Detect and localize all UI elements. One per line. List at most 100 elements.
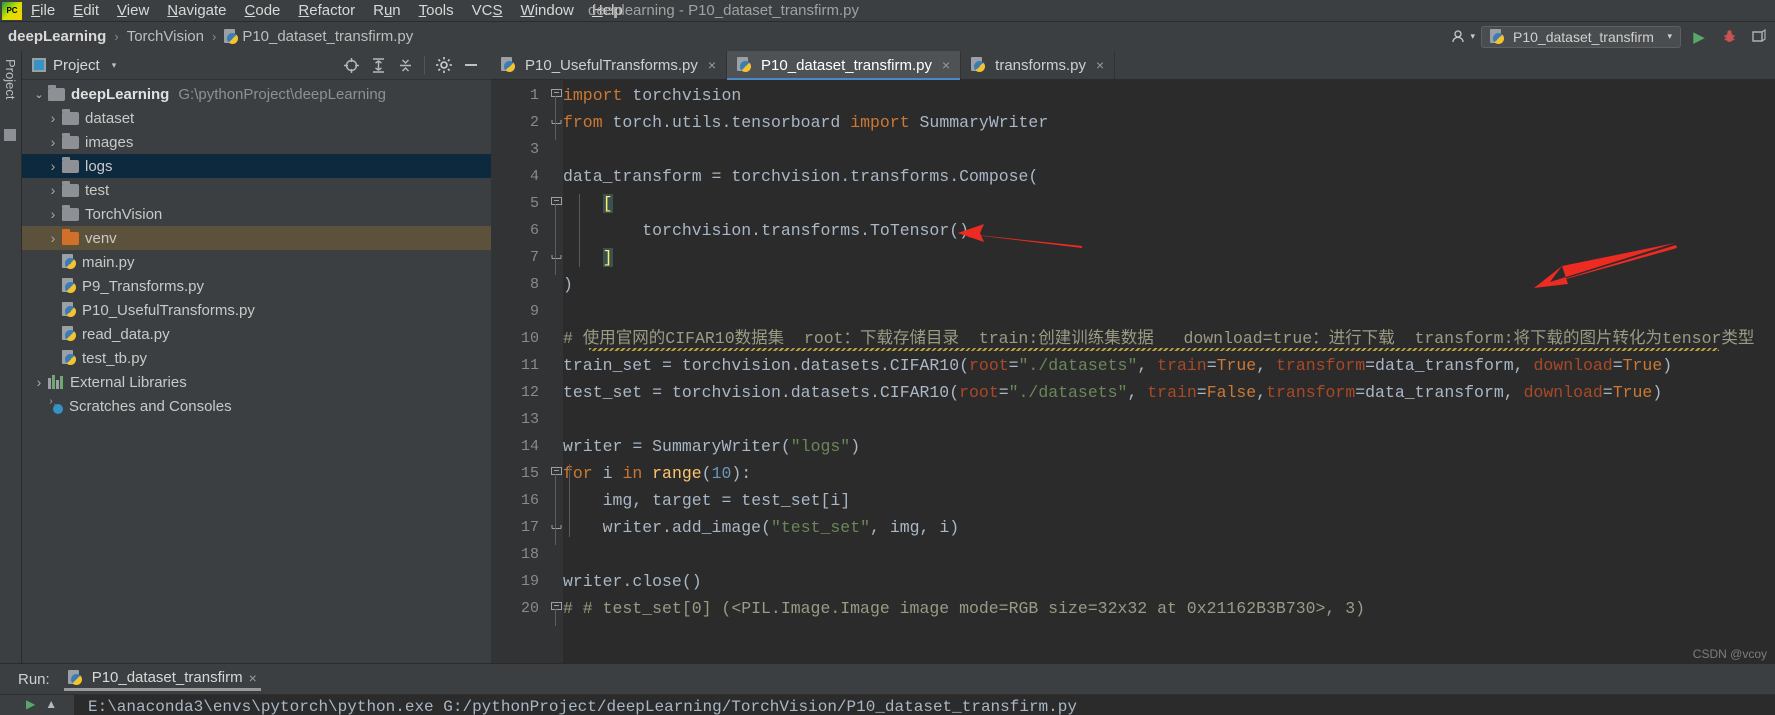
code-line[interactable]: # # test_set[0] (<PIL.Image.Image image …	[563, 595, 1365, 622]
rerun-icon[interactable]: ▶	[26, 697, 35, 711]
chevron-right-icon[interactable]: ›	[44, 110, 62, 126]
menu-item-view[interactable]: View	[108, 0, 158, 22]
run-button[interactable]: ▶	[1687, 25, 1711, 49]
menu-item-file[interactable]: File	[22, 0, 64, 22]
editor-tab[interactable]: P10_UsefulTransforms.py ×	[491, 51, 728, 79]
menu-item-tools[interactable]: Tools	[410, 0, 463, 22]
scroll-up-icon[interactable]: ▲	[45, 697, 57, 711]
tree-item[interactable]: main.py	[22, 250, 491, 274]
line-number: 2	[529, 114, 539, 131]
code-fold-icon[interactable]	[549, 109, 563, 136]
menu-item-edit[interactable]: Edit	[64, 0, 108, 22]
code-line[interactable]: img, target = test_set[i]	[563, 487, 851, 514]
project-panel-title: Project	[53, 56, 100, 74]
tree-item[interactable]: › venv	[22, 226, 491, 250]
tree-item[interactable]: › images	[22, 130, 491, 154]
tree-item[interactable]: test_tb.py	[22, 346, 491, 370]
code-line[interactable]: writer.add_image("test_set", img, i)	[563, 514, 960, 541]
chevron-right-icon[interactable]: ›	[44, 134, 62, 150]
chevron-right-icon[interactable]: ›	[44, 158, 62, 174]
collapse-all-icon[interactable]	[393, 53, 417, 77]
chevron-right-icon[interactable]: ›	[30, 374, 48, 390]
close-icon[interactable]: ×	[249, 670, 257, 686]
close-icon[interactable]: ×	[942, 57, 950, 73]
editor-tab[interactable]: transforms.py ×	[961, 51, 1116, 79]
menu-item-window[interactable]: Window	[512, 0, 583, 22]
tree-item[interactable]: › dataset	[22, 106, 491, 130]
run-configuration-selector[interactable]: P10_dataset_transfirm ▾	[1481, 25, 1681, 48]
tree-item[interactable]: P9_Transforms.py	[22, 274, 491, 298]
tree-item[interactable]: › TorchVision	[22, 202, 491, 226]
scratches-console-icon	[48, 397, 64, 414]
editor-gutter[interactable]: 1 2 3 4 5 6 7 8 9 10 11 12 13 14 15 16 17 18 19 20	[491, 80, 563, 663]
app-logo-icon: PC	[2, 1, 22, 20]
code-line[interactable]: torchvision.transforms.ToTensor()	[563, 217, 969, 244]
chevron-right-icon[interactable]: ›	[44, 206, 62, 222]
close-icon[interactable]: ×	[708, 57, 716, 73]
tree-item[interactable]: P10_UsefulTransforms.py	[22, 298, 491, 322]
structure-tool-icon[interactable]	[4, 129, 16, 141]
code-fold-icon[interactable]	[549, 514, 563, 541]
run-console-sidebar: ▶ ▲	[0, 695, 74, 715]
tree-item[interactable]: › logs	[22, 154, 491, 178]
menu-bar: PC File Edit View Navigate Code Refactor…	[0, 0, 1775, 22]
line-number: 12	[520, 384, 539, 401]
expand-all-icon[interactable]	[366, 53, 390, 77]
project-view-chevron-down-icon[interactable]: ▾	[112, 60, 117, 71]
chevron-right-icon[interactable]: ›	[44, 230, 62, 246]
tree-item[interactable]: › External Libraries	[22, 370, 491, 394]
tree-item-label: images	[85, 133, 134, 151]
tree-item[interactable]: Scratches and Consoles	[22, 394, 491, 418]
close-icon[interactable]: ×	[1096, 57, 1104, 73]
tool-window-button-project[interactable]: Project	[3, 59, 18, 99]
menu-item-vcs[interactable]: VCS	[463, 0, 512, 22]
code-content[interactable]: import torchvision from torch.utils.tenso…	[563, 80, 1775, 663]
tree-item-label: venv	[85, 229, 117, 247]
code-line[interactable]: [	[563, 190, 613, 217]
breadcrumb-file[interactable]: P10_dataset_transfirm.py	[224, 28, 413, 45]
line-number: 4	[529, 168, 539, 185]
breadcrumb-project[interactable]: deepLearning	[8, 28, 106, 45]
code-line[interactable]: writer.close()	[563, 568, 702, 595]
tree-item-label: deepLearning	[71, 85, 170, 103]
code-fold-icon[interactable]	[549, 190, 563, 217]
breadcrumb-folder[interactable]: TorchVision	[127, 28, 204, 45]
tree-item[interactable]: ⌄ deepLearning G:\pythonProject\deepLearni…	[22, 82, 491, 106]
fold-connector	[555, 474, 556, 545]
code-line[interactable]: for i in range(10):	[563, 460, 751, 487]
code-line[interactable]: ]	[563, 244, 613, 271]
code-line[interactable]: data_transform = torchvision.transforms.…	[563, 163, 1038, 190]
chevron-right-icon[interactable]: ›	[44, 182, 62, 198]
code-fold-icon[interactable]	[549, 244, 563, 271]
code-fold-icon[interactable]	[549, 460, 563, 487]
code-fold-icon[interactable]	[549, 595, 563, 622]
run-tab-item[interactable]: P10_dataset_transfirm ×	[63, 669, 261, 691]
code-line[interactable]: test_set = torchvision.datasets.CIFAR10(…	[563, 379, 1662, 406]
tree-item[interactable]: › test	[22, 178, 491, 202]
chevron-down-icon[interactable]: ⌄	[30, 88, 48, 101]
tree-item-label: test_tb.py	[82, 349, 148, 367]
tree-item[interactable]: read_data.py	[22, 322, 491, 346]
code-editor[interactable]: 1 2 3 4 5 6 7 8 9 10 11 12 13 14 15 16 17 18 19 20 import t…	[491, 80, 1775, 663]
code-fold-icon[interactable]	[549, 82, 563, 109]
menu-item-refactor[interactable]: Refactor	[289, 0, 364, 22]
stop-button[interactable]	[1747, 25, 1771, 49]
toolbar-right: ▾ P10_dataset_transfirm ▾ ▶	[1451, 22, 1771, 51]
python-file-icon	[62, 350, 76, 366]
user-account-button[interactable]: ▾	[1451, 29, 1475, 44]
editor-tab[interactable]: P10_dataset_transfirm.py ×	[727, 51, 962, 80]
hide-panel-icon[interactable]	[459, 53, 483, 77]
locate-icon[interactable]	[339, 53, 363, 77]
code-line[interactable]: writer = SummaryWriter("logs")	[563, 433, 860, 460]
window-title: deeplearning - P10_dataset_transfirm.py	[588, 2, 859, 19]
menu-item-navigate[interactable]: Navigate	[158, 0, 235, 22]
code-line[interactable]: train_set = torchvision.datasets.CIFAR10…	[563, 352, 1672, 379]
menu-item-run[interactable]: Run	[364, 0, 410, 22]
debug-button[interactable]	[1717, 25, 1741, 49]
code-line[interactable]: import torchvision	[563, 82, 741, 109]
code-line[interactable]: )	[563, 271, 573, 298]
settings-gear-icon[interactable]	[432, 53, 456, 77]
inspection-squiggle	[589, 348, 1719, 351]
code-line[interactable]: from torch.utils.tensorboard import Summ…	[563, 109, 1048, 136]
menu-item-code[interactable]: Code	[236, 0, 290, 22]
